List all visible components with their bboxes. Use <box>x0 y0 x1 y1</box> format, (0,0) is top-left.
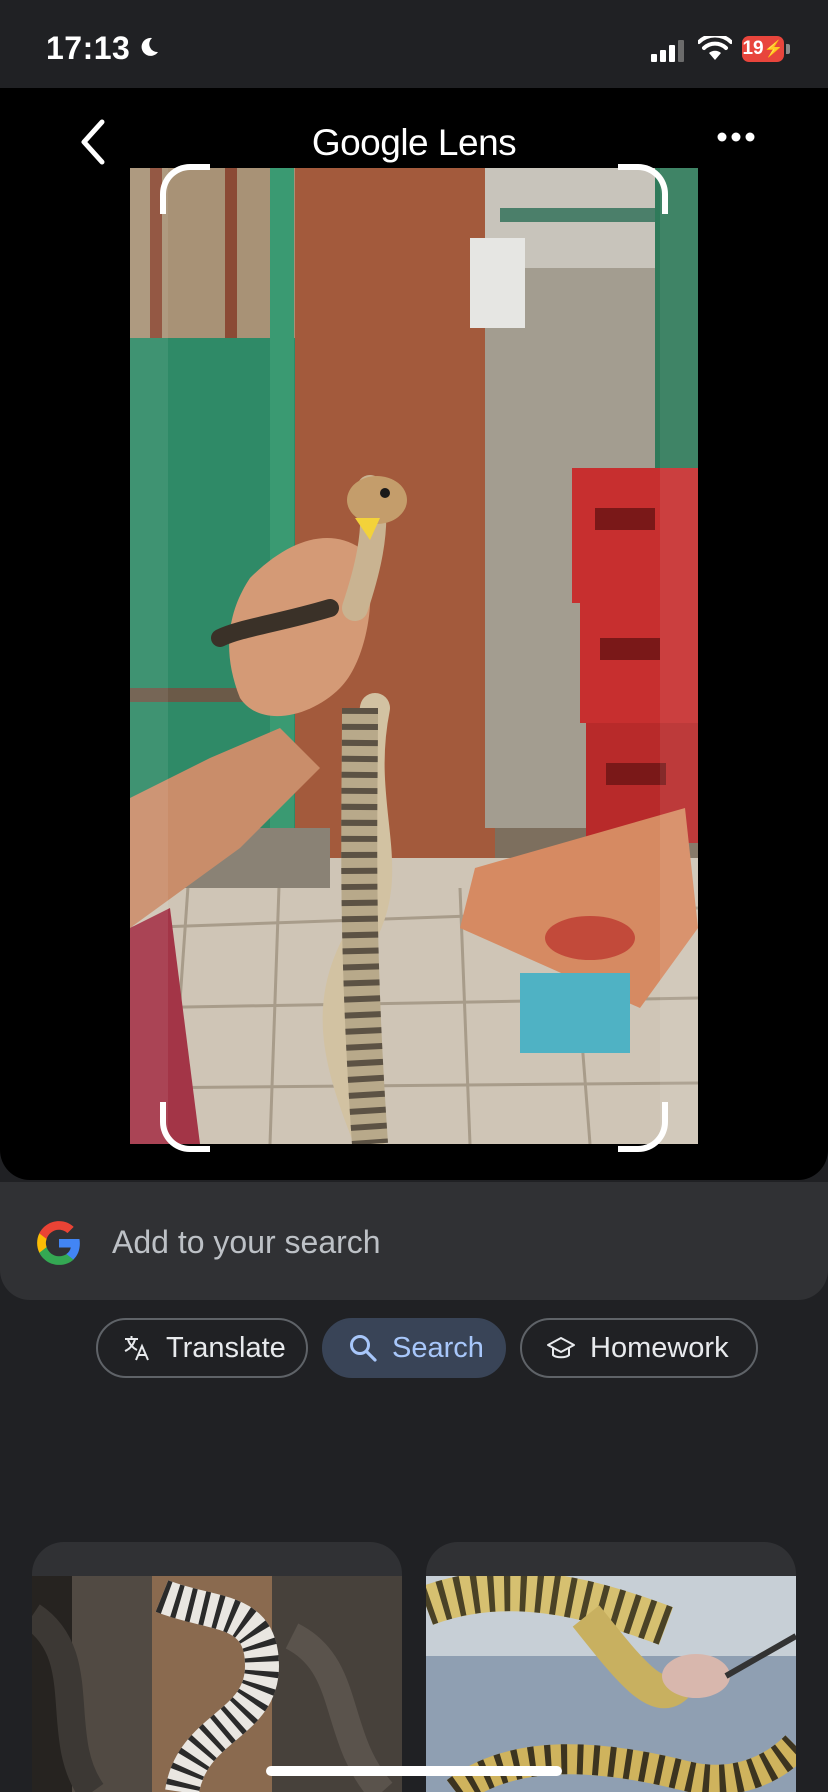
translate-chip[interactable]: Translate <box>96 1318 308 1378</box>
battery-nub <box>786 44 790 54</box>
add-to-search-input[interactable]: Add to your search <box>112 1224 381 1261</box>
more-options-button[interactable] <box>716 130 756 144</box>
crop-corner-bottom-left[interactable] <box>160 1102 210 1152</box>
charging-bolt-icon: ⚡ <box>763 41 784 58</box>
home-indicator[interactable] <box>266 1766 562 1776</box>
crop-corner-bottom-right[interactable] <box>618 1102 668 1152</box>
wifi-icon <box>698 36 732 60</box>
result-card[interactable] <box>426 1542 796 1792</box>
graduation-cap-icon <box>547 1337 575 1359</box>
homework-label: Homework <box>590 1331 729 1364</box>
search-label: Search <box>392 1331 484 1364</box>
status-time: 17:13 <box>46 30 131 66</box>
translate-icon <box>124 1336 149 1361</box>
google-g-icon <box>37 1221 80 1265</box>
result-thumbnail <box>32 1576 402 1792</box>
moon-icon <box>141 37 158 56</box>
title-lens: Lens <box>437 122 517 163</box>
page-title: Google Lens <box>0 122 828 164</box>
title-google: Google <box>311 122 429 163</box>
battery-level: 19 <box>742 38 764 59</box>
homework-chip[interactable]: Homework <box>520 1318 758 1378</box>
result-card[interactable] <box>32 1542 402 1792</box>
image-viewer: Google Lens <box>0 88 828 1180</box>
battery-indicator: 19 ⚡ <box>742 36 784 62</box>
cellular-signal-icon <box>651 40 684 62</box>
status-bar: 17:13 19 ⚡ <box>0 0 828 88</box>
snake-photo[interactable] <box>130 168 698 1144</box>
result-thumbnail <box>426 1576 796 1792</box>
search-icon <box>350 1335 377 1362</box>
translate-label: Translate <box>166 1331 286 1364</box>
search-panel[interactable]: Add to your search <box>0 1182 828 1300</box>
search-chip[interactable]: Search <box>322 1318 506 1378</box>
